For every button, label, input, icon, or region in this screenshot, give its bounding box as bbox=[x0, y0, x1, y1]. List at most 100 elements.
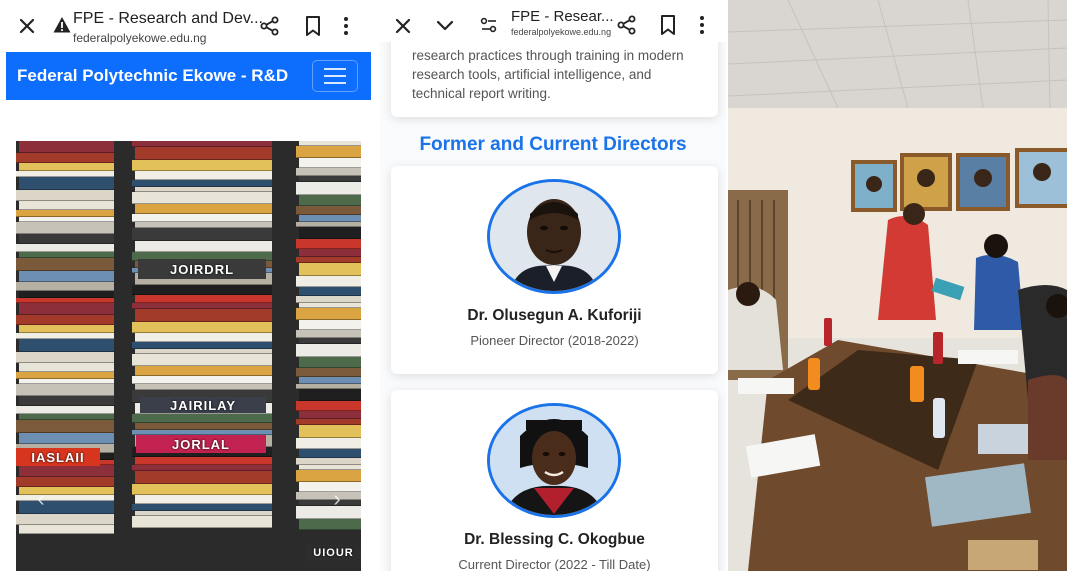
director-role: Pioneer Director (2018-2022) bbox=[470, 333, 639, 348]
share-icon[interactable] bbox=[616, 14, 638, 36]
book bbox=[296, 146, 361, 158]
director-role: Current Director (2022 - Till Date) bbox=[458, 557, 651, 571]
book bbox=[132, 285, 272, 295]
carousel-prev-icon[interactable]: ‹ bbox=[32, 486, 50, 512]
close-icon[interactable] bbox=[16, 15, 38, 37]
director-name: Dr. Blessing C. Okogbue bbox=[464, 531, 645, 548]
share-icon[interactable] bbox=[259, 15, 281, 37]
book bbox=[299, 227, 361, 239]
book bbox=[296, 368, 361, 377]
book bbox=[19, 525, 114, 534]
book bbox=[16, 190, 114, 201]
book bbox=[135, 333, 272, 342]
book bbox=[299, 287, 361, 296]
site-settings-icon[interactable] bbox=[479, 15, 499, 35]
warning-icon[interactable] bbox=[53, 16, 71, 34]
book bbox=[19, 141, 114, 153]
director-photo bbox=[487, 403, 621, 518]
book bbox=[299, 195, 361, 206]
close-icon[interactable] bbox=[392, 15, 414, 37]
book bbox=[16, 384, 114, 396]
director-card: Dr. Olusegun A. Kuforiji Pioneer Directo… bbox=[391, 166, 718, 374]
site-brand[interactable]: Federal Polytechnic Ekowe - R&D bbox=[17, 66, 288, 86]
book bbox=[135, 495, 272, 504]
mobile-browser-directors: FPE - Resear... federalpolyekowe.edu.ng … bbox=[380, 0, 726, 571]
tab-title[interactable]: FPE - Resear... bbox=[511, 8, 614, 25]
book bbox=[135, 204, 272, 214]
chevron-down-icon[interactable] bbox=[434, 14, 456, 36]
book bbox=[19, 396, 114, 406]
bookmark-icon[interactable] bbox=[303, 15, 323, 37]
book bbox=[16, 282, 114, 291]
tab-title[interactable]: FPE - Research and Dev... bbox=[73, 10, 263, 28]
book bbox=[132, 414, 272, 423]
menu-toggle-button[interactable] bbox=[312, 60, 358, 92]
book bbox=[132, 354, 272, 366]
bookmark-icon[interactable] bbox=[658, 14, 678, 36]
book bbox=[16, 352, 114, 363]
book bbox=[296, 458, 361, 465]
book bbox=[132, 180, 272, 187]
book bbox=[16, 514, 114, 525]
book bbox=[296, 344, 361, 357]
book bbox=[135, 295, 272, 303]
book bbox=[16, 406, 114, 414]
book bbox=[135, 171, 272, 180]
card-text: research practices through training in m… bbox=[412, 48, 684, 101]
book-spine-label: IASLAII bbox=[16, 448, 100, 466]
book bbox=[19, 363, 114, 372]
book bbox=[16, 153, 114, 163]
book-spine-label: UIOUR bbox=[306, 545, 361, 561]
book bbox=[19, 339, 114, 352]
book bbox=[132, 160, 272, 171]
book bbox=[132, 192, 272, 204]
book bbox=[296, 239, 361, 249]
book bbox=[132, 322, 272, 333]
book bbox=[132, 504, 272, 511]
book bbox=[296, 401, 361, 411]
book bbox=[299, 389, 361, 401]
screenshot-collage: FPE - Research and Dev... federalpolyeko… bbox=[0, 0, 1067, 571]
book bbox=[19, 177, 114, 190]
book bbox=[299, 425, 361, 438]
book bbox=[299, 263, 361, 276]
mobile-browser-home: FPE - Research and Dev... federalpolyeko… bbox=[0, 0, 378, 571]
book bbox=[135, 309, 272, 322]
book bbox=[299, 320, 361, 330]
book bbox=[135, 366, 272, 376]
book bbox=[16, 222, 114, 234]
url-text[interactable]: federalpolyekowe.edu.ng bbox=[73, 31, 206, 45]
book bbox=[19, 303, 114, 315]
carousel-next-icon[interactable]: › bbox=[328, 486, 346, 512]
book bbox=[296, 276, 361, 287]
book bbox=[296, 168, 361, 176]
browser-toolbar: FPE - Research and Dev... federalpolyeko… bbox=[0, 0, 378, 50]
hamburger-line bbox=[324, 75, 346, 77]
book bbox=[19, 271, 114, 282]
info-card: research practices through training in m… bbox=[391, 42, 718, 117]
more-menu-icon[interactable] bbox=[342, 15, 350, 37]
book-spine-label: JORLAL bbox=[136, 435, 266, 453]
book bbox=[299, 158, 361, 168]
book bbox=[296, 206, 361, 215]
book bbox=[19, 201, 114, 210]
book bbox=[296, 182, 361, 195]
book bbox=[299, 377, 361, 384]
more-menu-icon[interactable] bbox=[698, 14, 706, 36]
hamburger-line bbox=[324, 68, 346, 70]
hero-carousel[interactable]: JOIRDRL JAIRILAY JORLAL IASLAII UIOUR ‹ … bbox=[16, 141, 361, 571]
page-content: research practices through training in m… bbox=[380, 42, 726, 571]
book bbox=[16, 210, 114, 217]
section-title: Former and Current Directors bbox=[419, 134, 687, 155]
book bbox=[16, 372, 114, 379]
director-name: Dr. Olusegun A. Kuforiji bbox=[467, 307, 642, 324]
book-stack-center bbox=[132, 141, 272, 571]
book bbox=[16, 477, 114, 487]
url-text[interactable]: federalpolyekowe.edu.ng bbox=[511, 27, 611, 37]
book bbox=[299, 215, 361, 222]
book bbox=[296, 470, 361, 482]
book bbox=[16, 420, 114, 433]
book-spine-label: JAIRILAY bbox=[140, 397, 266, 413]
book bbox=[132, 214, 272, 222]
book bbox=[16, 258, 114, 271]
